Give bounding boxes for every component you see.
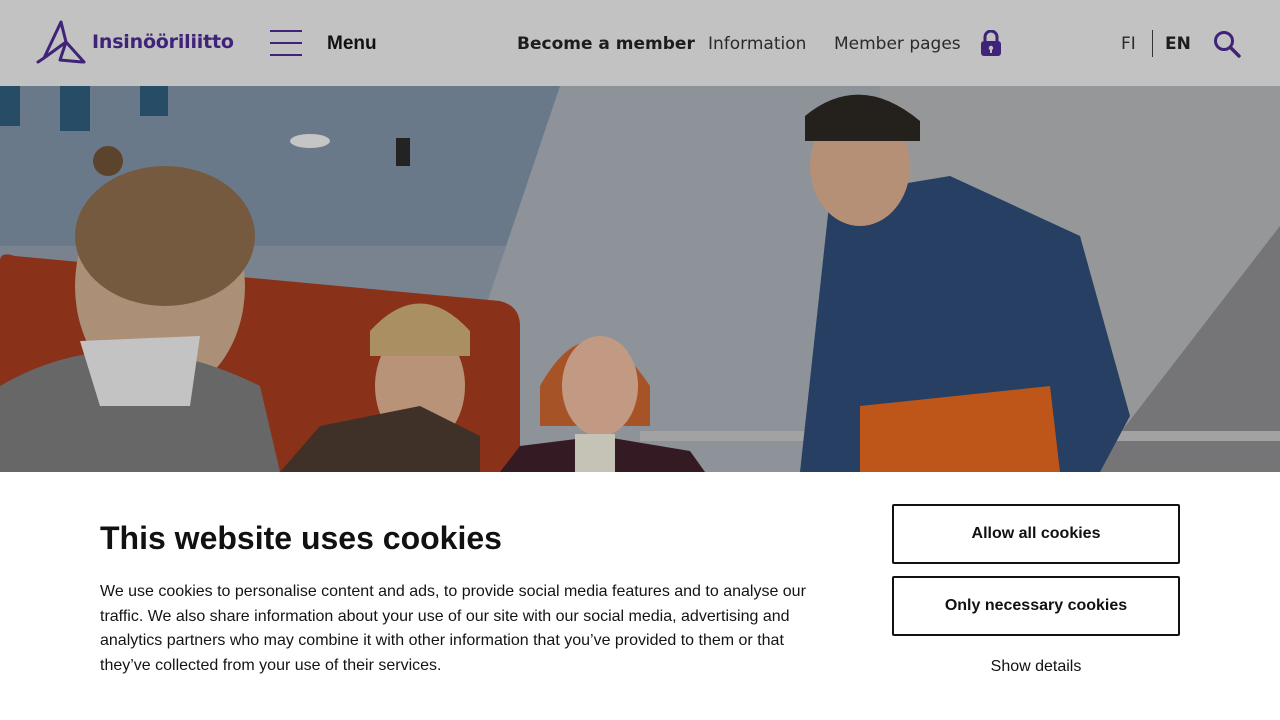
logo-text: Insinööriliitto [92,31,234,53]
language-divider [1152,30,1153,57]
only-necessary-cookies-button[interactable]: Only necessary cookies [892,576,1180,636]
search-icon[interactable] [1213,30,1241,58]
hero-image [0,86,1280,472]
hamburger-icon[interactable] [270,30,302,56]
cookie-description: We use cookies to personalise content an… [100,583,806,675]
site-header: Insinööriliitto Menu Become a member Inf… [0,0,1280,86]
logo[interactable]: Insinööriliitto [36,20,234,64]
language-en[interactable]: EN [1165,34,1191,54]
show-details-link[interactable]: Show details [892,658,1180,676]
nav-member-pages[interactable]: Member pages [834,34,961,54]
language-fi[interactable]: FI [1121,34,1136,54]
lock-icon[interactable] [980,30,1002,57]
cookie-banner: This website uses cookies We use cookies… [0,472,1280,720]
nav-information[interactable]: Information [708,34,806,54]
nav-become-member[interactable]: Become a member [517,34,695,54]
allow-all-cookies-button[interactable]: Allow all cookies [892,504,1180,564]
hero-photo [0,86,1280,472]
logo-icon [36,20,86,64]
cookie-title: This website uses cookies [100,520,502,556]
menu-label[interactable]: Menu [327,33,377,55]
